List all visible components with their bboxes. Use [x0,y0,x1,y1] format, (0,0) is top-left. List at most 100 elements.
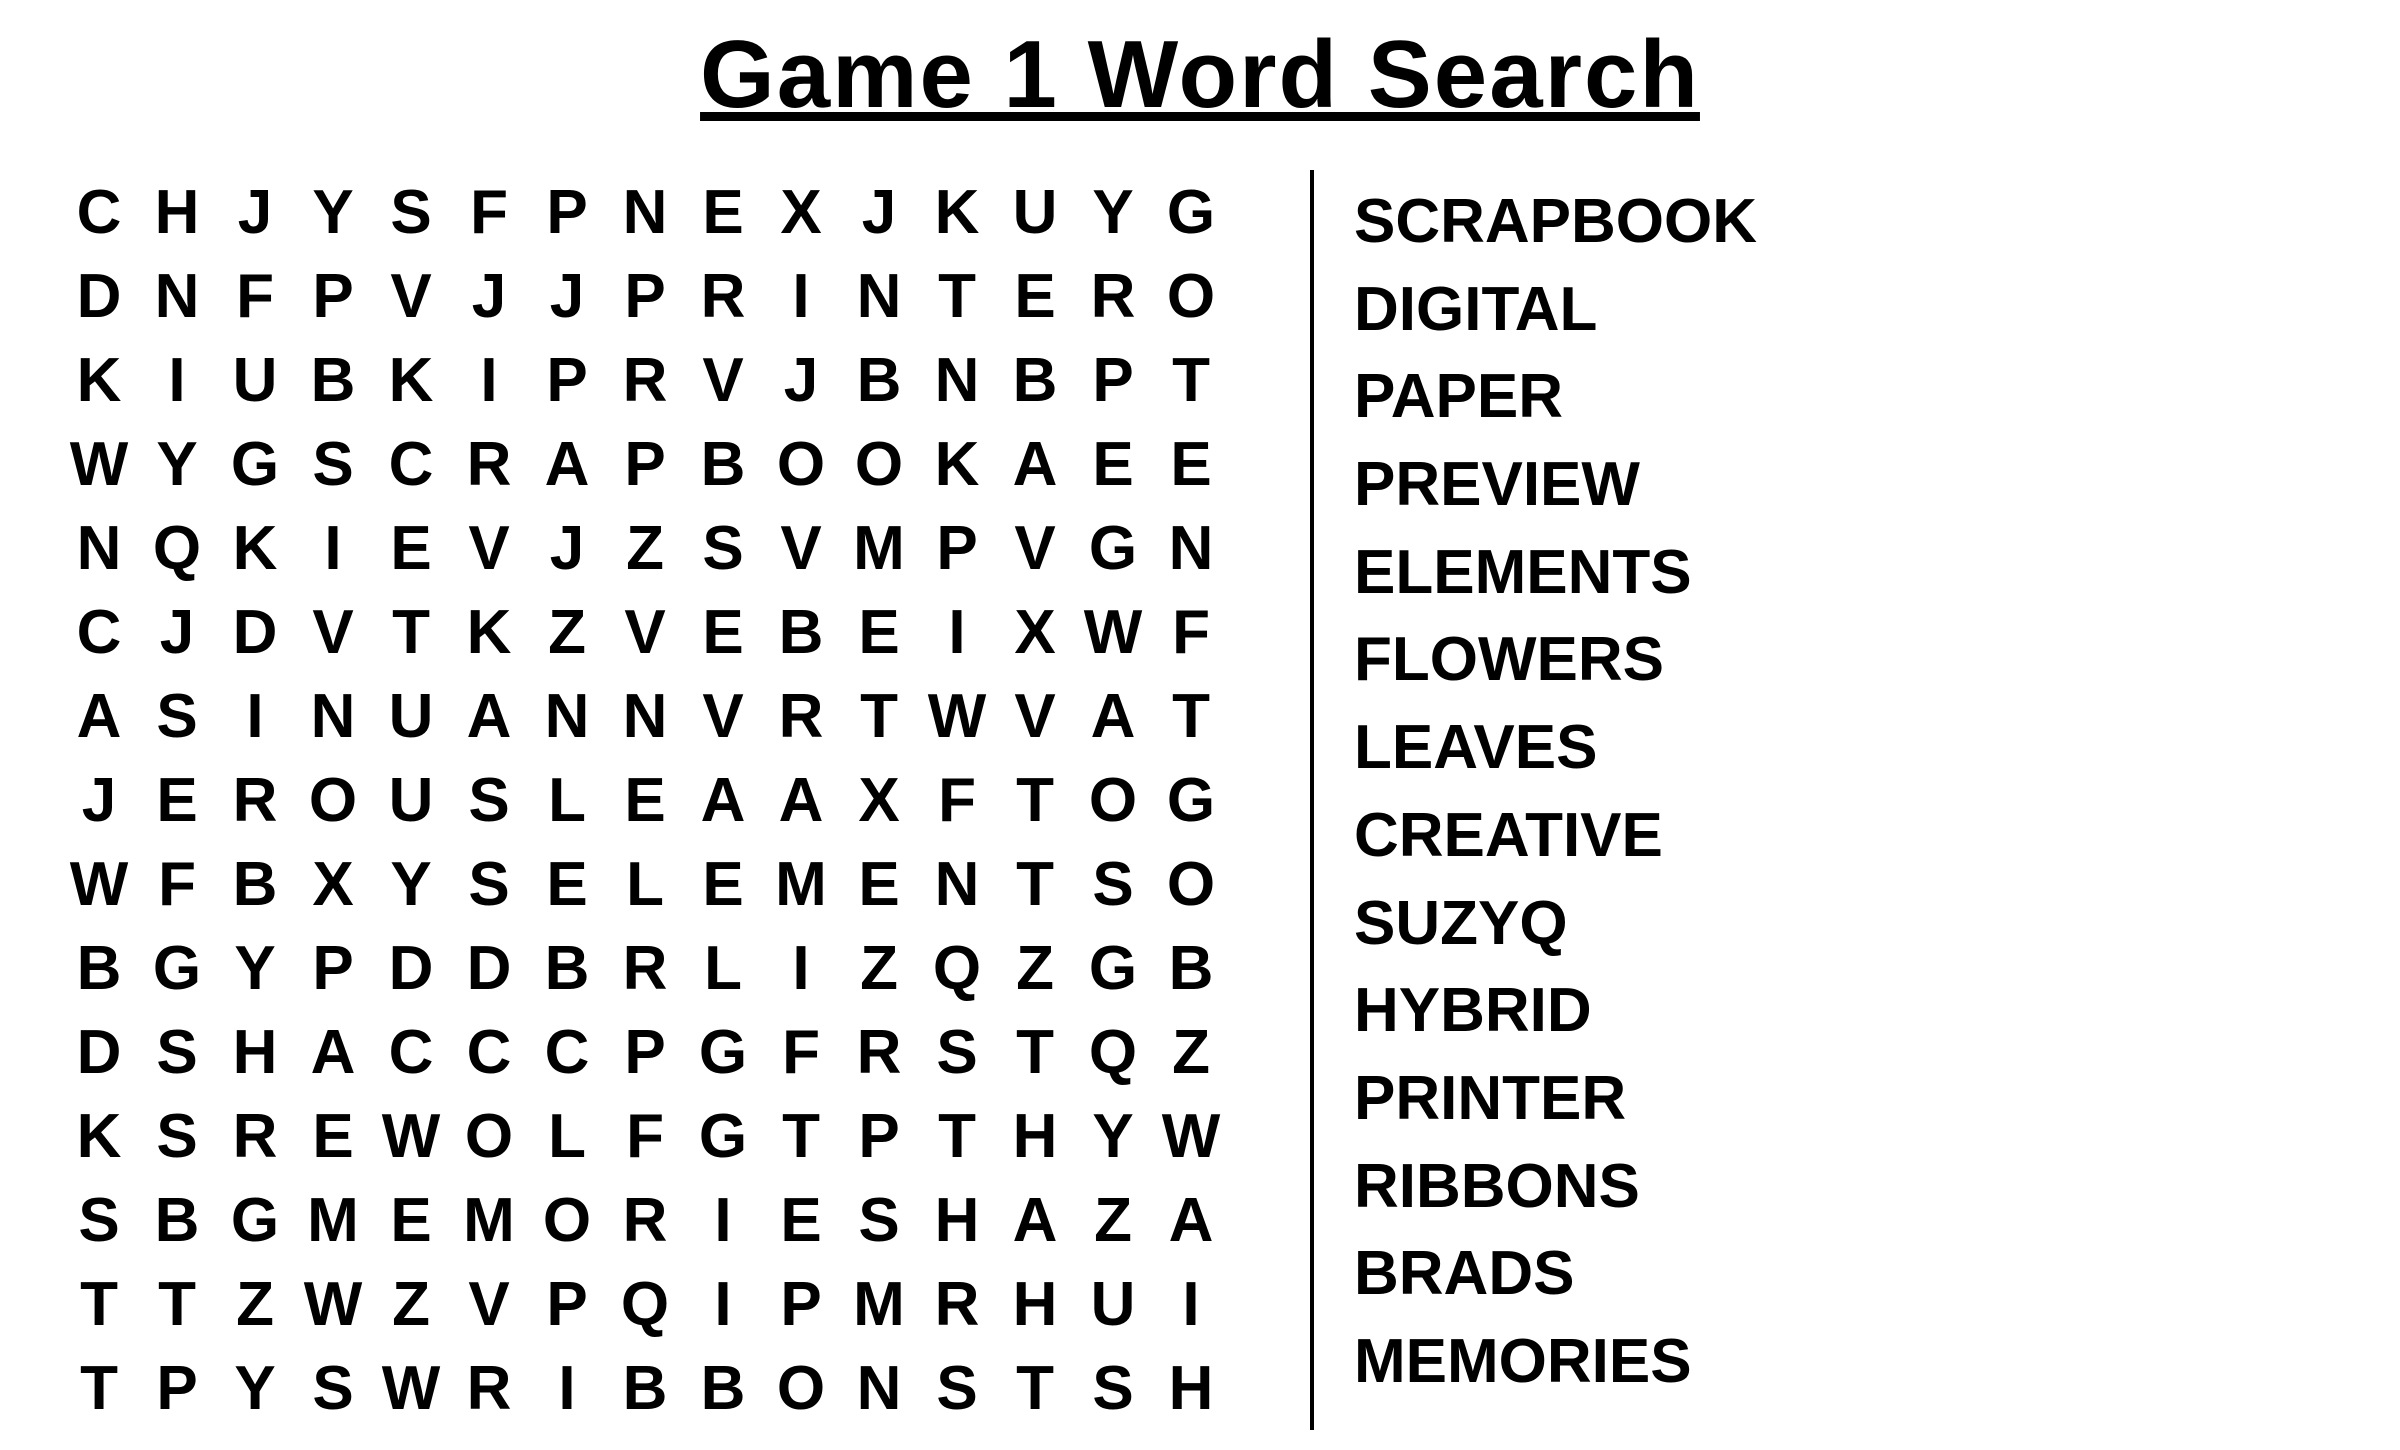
grid-cell-10-12: T [996,1010,1074,1094]
grid-cell-5-11: I [918,590,996,674]
grid-cell-7-12: T [996,758,1074,842]
grid-cell-5-6: Z [528,590,606,674]
grid-cell-5-5: K [450,590,528,674]
grid-cell-11-10: P [840,1094,918,1178]
page-title: Game 1 Word Search [700,20,1700,130]
grid-cell-5-1: J [138,590,216,674]
grid-cell-4-11: P [918,506,996,590]
grid-cell-10-7: P [606,1010,684,1094]
grid-cell-14-6: I [528,1346,606,1430]
grid-cell-7-2: R [216,758,294,842]
grid-cell-11-14: W [1152,1094,1230,1178]
grid-cell-11-8: G [684,1094,762,1178]
grid-cell-12-13: Z [1074,1178,1152,1262]
grid-cell-3-2: G [216,422,294,506]
grid-cell-2-5: I [450,338,528,422]
grid-cell-6-13: A [1074,674,1152,758]
grid-cell-14-14: H [1152,1346,1230,1430]
grid-cell-0-14: G [1152,170,1230,254]
grid-cell-14-4: W [372,1346,450,1430]
grid-cell-6-9: R [762,674,840,758]
grid-cell-9-14: B [1152,926,1230,1010]
grid-cell-1-8: R [684,254,762,338]
grid-cell-1-3: P [294,254,372,338]
grid-cell-14-1: P [138,1346,216,1430]
grid-cell-13-5: V [450,1262,528,1346]
grid-cell-13-0: T [60,1262,138,1346]
grid-cell-3-10: O [840,422,918,506]
grid-cell-12-9: E [762,1178,840,1262]
grid-cell-10-4: C [372,1010,450,1094]
grid-cell-12-12: A [996,1178,1074,1262]
word-item-12: BRADS [1354,1232,2340,1316]
grid-cell-4-1: Q [138,506,216,590]
grid-cell-2-14: T [1152,338,1230,422]
grid-cell-6-11: W [918,674,996,758]
grid-cell-6-7: N [606,674,684,758]
word-item-1: DIGITAL [1354,268,2340,352]
grid-cell-7-14: G [1152,758,1230,842]
grid-cell-13-3: W [294,1262,372,1346]
grid-cell-0-9: X [762,170,840,254]
grid-cell-13-9: P [762,1262,840,1346]
word-item-2: PAPER [1354,355,2340,439]
grid-cell-6-12: V [996,674,1074,758]
grid-cell-1-14: O [1152,254,1230,338]
grid-cell-5-0: C [60,590,138,674]
grid-cell-13-14: I [1152,1262,1230,1346]
grid-cell-12-14: A [1152,1178,1230,1262]
grid-cell-6-10: T [840,674,918,758]
grid-cell-6-8: V [684,674,762,758]
grid-cell-11-9: T [762,1094,840,1178]
grid-cell-13-1: T [138,1262,216,1346]
grid-cell-13-7: Q [606,1262,684,1346]
grid-cell-4-12: V [996,506,1074,590]
grid-cell-12-4: E [372,1178,450,1262]
grid-cell-3-12: A [996,422,1074,506]
grid-cell-10-3: A [294,1010,372,1094]
grid-cell-13-13: U [1074,1262,1152,1346]
grid-cell-4-7: Z [606,506,684,590]
grid-cell-2-9: J [762,338,840,422]
grid-cell-1-4: V [372,254,450,338]
grid-cell-6-1: S [138,674,216,758]
grid-cell-2-11: N [918,338,996,422]
grid-cell-14-3: S [294,1346,372,1430]
grid-cell-9-12: Z [996,926,1074,1010]
grid-cell-10-13: Q [1074,1010,1152,1094]
grid-cell-9-11: Q [918,926,996,1010]
grid-cell-3-8: B [684,422,762,506]
grid-cell-6-0: A [60,674,138,758]
grid-cell-5-14: F [1152,590,1230,674]
grid-cell-14-2: Y [216,1346,294,1430]
grid-cell-11-4: W [372,1094,450,1178]
grid-cell-12-6: O [528,1178,606,1262]
grid-cell-14-5: R [450,1346,528,1430]
grid-cell-9-5: D [450,926,528,1010]
grid-cell-8-12: T [996,842,1074,926]
word-list-section: SCRAPBOOKDIGITALPAPERPREVIEWELEMENTSFLOW… [1354,170,2340,1430]
grid-cell-14-7: B [606,1346,684,1430]
grid-cell-4-13: G [1074,506,1152,590]
grid-cell-3-3: S [294,422,372,506]
grid-cell-2-13: P [1074,338,1152,422]
grid-cell-0-1: H [138,170,216,254]
word-search-grid: CHJYSFPNEXJKUYGDNFPVJJPRINTEROKIUBKIPRVJ… [60,170,1230,1430]
word-item-9: HYBRID [1354,969,2340,1053]
word-item-6: LEAVES [1354,706,2340,790]
grid-cell-7-3: O [294,758,372,842]
grid-cell-8-8: E [684,842,762,926]
grid-cell-11-0: K [60,1094,138,1178]
grid-cell-7-5: S [450,758,528,842]
grid-section: CHJYSFPNEXJKUYGDNFPVJJPRINTEROKIUBKIPRVJ… [60,170,1270,1430]
grid-cell-9-13: G [1074,926,1152,1010]
grid-cell-2-12: B [996,338,1074,422]
grid-cell-1-12: E [996,254,1074,338]
grid-cell-2-8: V [684,338,762,422]
grid-cell-3-7: P [606,422,684,506]
grid-cell-14-11: S [918,1346,996,1430]
grid-cell-2-7: R [606,338,684,422]
grid-cell-0-3: Y [294,170,372,254]
word-item-0: SCRAPBOOK [1354,180,2340,264]
word-item-4: ELEMENTS [1354,531,2340,615]
